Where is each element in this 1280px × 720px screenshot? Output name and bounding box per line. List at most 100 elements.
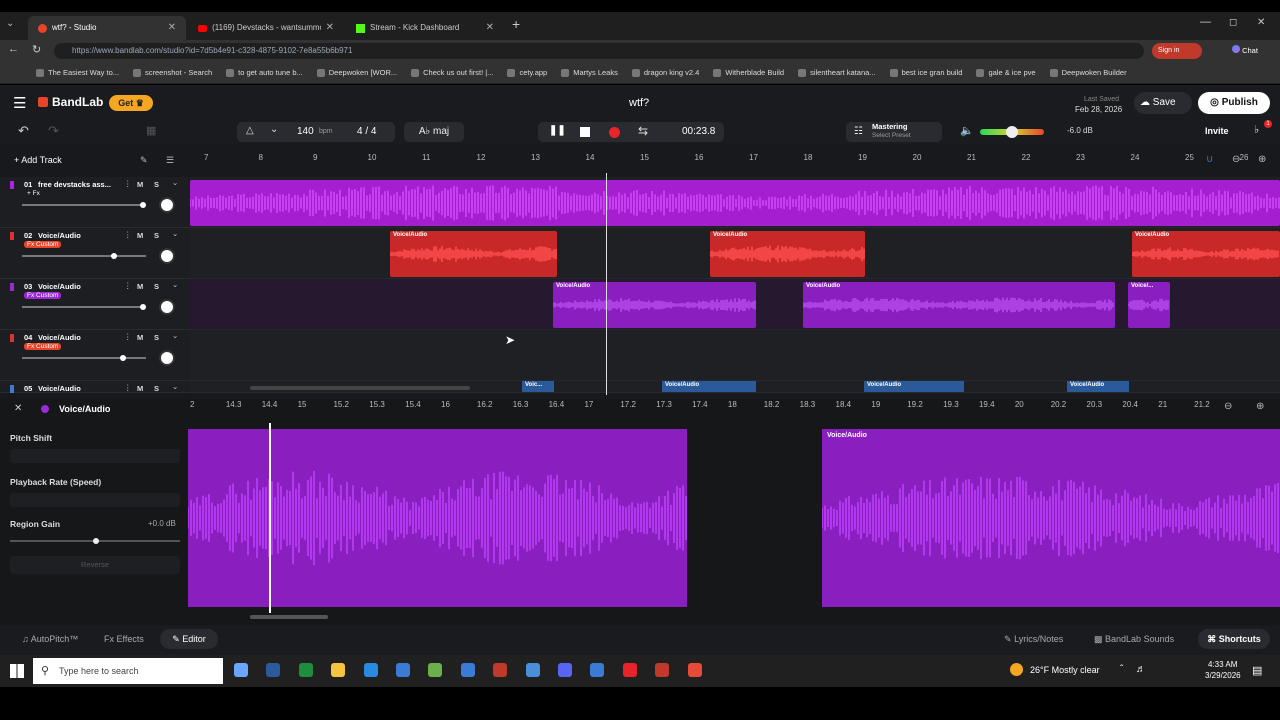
file-explorer-icon[interactable] — [331, 663, 346, 677]
save-button[interactable]: ☁ Save — [1134, 92, 1192, 114]
track-volume-slider[interactable] — [22, 355, 146, 361]
app-icon[interactable] — [687, 663, 702, 677]
editor-ruler[interactable]: 2 14.3 14.4 15 15.2 15.3 15.4 16 16.2 16.3 16.4 17 1… — [188, 400, 1228, 412]
audio-region[interactable]: Voice/Audio — [1132, 231, 1280, 277]
audio-region[interactable]: Voice/Audio — [390, 231, 557, 277]
publish-button[interactable]: ◎ Publish — [1198, 92, 1270, 114]
timeline-ruler[interactable]: 7 8 9 10 11 12 13 14 15 16 17 18 19 20 21 22 23 24 25 26 — [190, 153, 1280, 166]
audio-region[interactable]: Voice/Audio — [864, 381, 964, 392]
volume-knob[interactable] — [1006, 126, 1018, 138]
chevron-down-icon[interactable]: ⌄ — [172, 280, 178, 289]
menu-icon[interactable]: ☰ — [13, 94, 26, 112]
solo-button[interactable]: S — [154, 180, 159, 189]
maximize-icon[interactable]: ◻ — [1229, 17, 1237, 28]
track-options-icon[interactable]: ⋮ — [124, 281, 132, 290]
audio-region[interactable]: Voice/Audio — [803, 282, 1115, 328]
clock-date[interactable]: 3/29/2026 — [1205, 671, 1241, 680]
playback-rate-stepper[interactable] — [10, 493, 180, 507]
tab-kick[interactable]: Stream - Kick Dashboard ✕ — [346, 16, 504, 40]
time-signature[interactable]: 4 / 4 — [357, 126, 376, 137]
chrome-icon[interactable] — [525, 663, 540, 677]
filter-icon[interactable]: ☰ — [166, 155, 174, 166]
lyrics-notes-tab[interactable]: ✎ Lyrics/Notes — [1004, 634, 1063, 645]
app-icon[interactable] — [493, 663, 508, 677]
track-lane-4[interactable] — [190, 330, 1280, 381]
chevron-down-icon[interactable]: ⌄ — [172, 229, 178, 238]
playhead[interactable] — [606, 173, 607, 395]
chevron-down-icon[interactable]: ⌄ — [172, 331, 178, 340]
audio-region[interactable] — [190, 180, 1280, 226]
stop-icon[interactable] — [580, 127, 590, 137]
track-lane-2[interactable]: Voice/Audio Voice/Audio Voice/Audio — [190, 228, 1280, 279]
app-icon[interactable] — [590, 663, 605, 677]
bandlab-sounds-tab[interactable]: ▩ BandLab Sounds — [1094, 634, 1174, 645]
track-options-icon[interactable]: ⋮ — [124, 179, 132, 188]
bookmark-item[interactable]: silentheart katana... — [798, 68, 876, 77]
metronome-icon[interactable]: △ — [246, 125, 254, 136]
edge-icon[interactable] — [363, 663, 378, 677]
audio-region[interactable]: Voice/Audio — [553, 282, 756, 328]
chevron-down-icon[interactable]: ⌄ — [270, 124, 278, 135]
track-header-3[interactable]: 03 Voice/Audio ⋮ M S ⌄ Fx Custom — [0, 279, 190, 330]
autopitch-tab[interactable]: ♫ AutoPitch™ — [22, 634, 78, 644]
track-volume-slider[interactable] — [22, 253, 146, 259]
record-icon[interactable] — [609, 127, 620, 138]
mute-button[interactable]: M — [137, 180, 143, 189]
bookmark-item[interactable]: to get auto tune b... — [226, 68, 303, 77]
chevron-down-icon[interactable]: ⌄ — [172, 178, 178, 187]
mute-button[interactable]: M — [137, 231, 143, 240]
close-window-icon[interactable]: ✕ — [1257, 17, 1265, 28]
track-options-icon[interactable]: ⋮ — [124, 332, 132, 341]
pause-icon[interactable]: ❚❚ — [549, 125, 566, 136]
clock-time[interactable]: 4:33 AM — [1208, 660, 1237, 669]
fx-tag[interactable]: Fx Custom — [24, 241, 62, 248]
editor-region[interactable] — [188, 429, 687, 607]
excel-icon[interactable] — [298, 663, 313, 677]
volume-icon[interactable]: 🔈 — [960, 124, 974, 137]
fx-tag[interactable]: + Fx — [24, 190, 43, 197]
close-tab-icon[interactable]: ✕ — [168, 16, 176, 40]
bookmark-item[interactable]: best ice gran build — [889, 68, 962, 77]
app-icon[interactable] — [428, 663, 443, 677]
reload-icon[interactable]: ↻ — [32, 43, 41, 56]
pan-knob[interactable] — [159, 248, 175, 264]
region-gain-slider[interactable] — [10, 538, 180, 544]
bookmark-item[interactable]: Deepwoken [WOR... — [316, 68, 397, 77]
undo-icon[interactable]: ↶ — [18, 123, 29, 139]
add-track-button[interactable]: + Add Track — [14, 155, 62, 165]
acrobat-icon[interactable] — [655, 663, 670, 677]
mute-button[interactable]: M — [137, 333, 143, 342]
zoom-out-icon[interactable]: ⊖ — [1224, 401, 1232, 412]
bookmark-item[interactable]: Martys Leaks — [561, 68, 618, 77]
bookmark-item[interactable]: Check us out first! |... — [411, 68, 493, 77]
pan-knob[interactable] — [159, 350, 175, 366]
magnet-icon[interactable]: ∪ — [1206, 154, 1213, 165]
weather-text[interactable]: 26°F Mostly clear — [1030, 665, 1100, 675]
audio-region[interactable]: Voice/Audio — [1067, 381, 1129, 392]
zoom-out-icon[interactable]: ⊖ — [1232, 154, 1240, 165]
bookmark-item[interactable]: The Easiest Way to... — [36, 68, 119, 77]
track-header-2[interactable]: 02 Voice/Audio ⋮ M S ⌄ Fx Custom — [0, 228, 190, 279]
track-volume-slider[interactable] — [22, 304, 146, 310]
pan-knob[interactable] — [159, 299, 175, 315]
project-title[interactable]: wtf? — [629, 97, 649, 109]
youtube-icon[interactable] — [622, 663, 637, 677]
bookmark-item[interactable]: screenshot - Search — [133, 68, 212, 77]
notification-center-icon[interactable]: ▤ — [1252, 664, 1262, 677]
audio-region[interactable]: Voice/... — [1128, 282, 1170, 328]
track-name[interactable]: Voice/Audio — [38, 231, 81, 240]
track-options-icon[interactable]: ⋮ — [124, 230, 132, 239]
tab-list-chevron-icon[interactable]: ⌄ — [6, 18, 14, 29]
master-volume-slider[interactable] — [980, 126, 1044, 138]
editor-region[interactable]: Voice/Audio — [822, 429, 1280, 607]
tools-icon[interactable]: ✎ — [140, 155, 148, 166]
chevron-down-icon[interactable]: ⌄ — [172, 382, 178, 391]
audio-region[interactable]: Voice/Audio — [710, 231, 865, 277]
slider-knob[interactable] — [120, 355, 126, 361]
bookmark-item[interactable]: gale & ice pve — [976, 68, 1036, 77]
track-name[interactable]: Voice/Audio — [38, 384, 81, 393]
mute-button[interactable]: M — [137, 282, 143, 291]
solo-button[interactable]: S — [154, 282, 159, 291]
mixer-icon[interactable]: ▦ — [146, 124, 156, 137]
editor-scrollbar[interactable] — [250, 615, 328, 619]
